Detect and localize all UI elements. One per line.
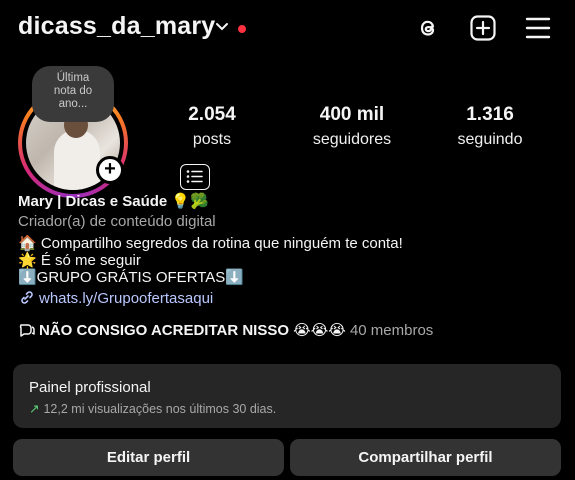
stat-value: 1.316 [466,104,514,125]
profile-name: Mary | Dicas e Saúde 💡🥦 [18,193,209,210]
share-profile-button[interactable]: Compartilhar perfil [290,439,561,476]
stat-posts[interactable]: 2.054 posts [152,104,272,149]
stat-label: seguidores [312,131,392,148]
note-line: ano... [58,98,88,110]
panel-subtitle-text: 12,2 mi visualizações nos últimos 30 dia… [43,402,277,416]
panel-title: Painel profissional [29,379,151,396]
stat-value: 2.054 [188,104,236,125]
notification-dot [238,25,246,33]
bio-line: ⬇️GRUPO GRÁTIS OFERTAS⬇️ [18,269,244,286]
stat-label: posts [192,131,232,148]
note-line: Última [56,72,90,84]
stat-label: seguindo [457,131,523,148]
threads-icon[interactable] [414,14,442,42]
bio-link-text: whats.ly/Grupoofertasaqui [39,290,214,307]
stat-value: 400 mil [319,104,385,125]
stat-followers[interactable]: 400 mil seguidores [292,104,412,149]
profile-category: Criador(a) de conteúdo digital [18,213,216,230]
trend-up-icon: ↗ [29,402,40,416]
menu-icon[interactable] [524,14,552,42]
channel-icon [19,324,35,337]
profile-username[interactable]: dicass_da_mary [18,12,215,41]
edit-profile-button[interactable]: Editar perfil [13,439,284,476]
note-line: nota do [53,85,93,97]
add-story-icon[interactable]: + [96,156,124,184]
bio-link[interactable]: whats.ly/Grupoofertasaqui [18,289,213,308]
professional-dashboard[interactable]: Painel profissional ↗ 12,2 mi visualizaçõ… [13,364,561,428]
channel-members: 40 membros [349,322,434,339]
chevron-down-icon[interactable] [215,20,229,34]
add-icon[interactable] [469,14,497,42]
list-icon[interactable] [180,164,210,190]
channel-title: NÃO CONSIGO ACREDITAR NISSO 😭😭😭 [39,322,346,339]
stat-following[interactable]: 1.316 seguindo [430,104,550,149]
note-bubble[interactable]: Última nota do ano... [32,66,114,122]
broadcast-channel[interactable]: NÃO CONSIGO ACREDITAR NISSO 😭😭😭 40 membr… [18,321,433,340]
link-icon [21,291,33,304]
panel-subtitle: ↗ 12,2 mi visualizações nos últimos 30 di… [29,401,545,416]
